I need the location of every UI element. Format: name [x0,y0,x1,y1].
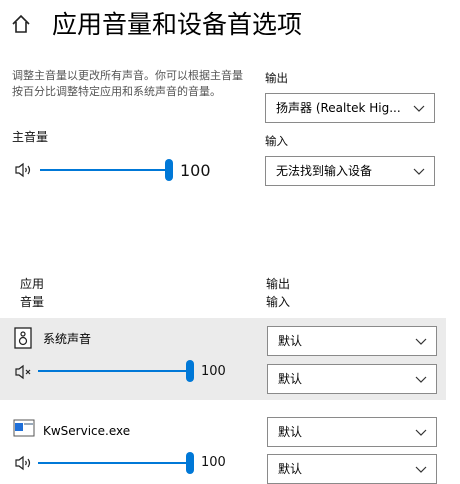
column-header-app: 应用 [20,277,45,291]
column-header-output: 输出 [266,277,291,291]
slider-thumb[interactable] [165,159,173,181]
speaker-icon[interactable] [14,162,34,178]
speaker-icon[interactable] [14,455,34,471]
chevron-down-icon [415,338,427,345]
chevron-down-icon [415,466,427,473]
input-label: 输入 [265,134,288,148]
system-sounds-input-value: 默认 [278,372,303,386]
chevron-down-icon [415,429,427,436]
slider-thumb[interactable] [186,360,194,382]
output-device-dropdown[interactable]: 扬声器 (Realtek Hig... [265,93,435,123]
kwservice-input-dropdown[interactable]: 默认 [267,454,437,484]
app-name-kwservice: KwService.exe [43,424,131,438]
system-sounds-output-value: 默认 [278,334,303,348]
kwservice-app-icon [13,419,35,437]
kwservice-output-value: 默认 [278,425,303,439]
kwservice-output-dropdown[interactable]: 默认 [267,417,437,447]
kwservice-input-value: 默认 [278,462,303,476]
description-text: 调整主音量以更改所有声音。你可以根据主音量按百分比调整特定应用和系统声音的音量。 [12,69,243,98]
column-header-volume: 音量 [20,295,45,309]
master-volume-label: 主音量 [12,130,49,144]
system-sounds-input-dropdown[interactable]: 默认 [267,364,437,394]
chevron-down-icon [413,105,425,112]
slider-fill [38,370,188,372]
input-device-value: 无法找到输入设备 [276,164,373,178]
system-sounds-icon [14,327,32,349]
column-header-input: 输入 [266,295,291,309]
app-name-system-sounds: 系统声音 [43,332,92,346]
home-icon[interactable] [10,13,32,35]
system-sounds-volume-value: 100 [201,364,226,379]
output-label: 输出 [265,71,288,85]
slider-fill [38,462,188,464]
system-sounds-output-dropdown[interactable]: 默认 [267,326,437,356]
output-device-value: 扬声器 (Realtek Hig... [276,101,401,115]
speaker-muted-icon[interactable] [14,364,34,380]
input-device-dropdown[interactable]: 无法找到输入设备 [265,156,435,186]
chevron-down-icon [413,168,425,175]
slider-fill [40,169,168,171]
chevron-down-icon [415,376,427,383]
kwservice-volume-value: 100 [201,455,226,470]
page-title: 应用音量和设备首选项 [52,10,303,39]
master-volume-value: 100 [180,161,211,180]
slider-thumb[interactable] [186,452,194,474]
